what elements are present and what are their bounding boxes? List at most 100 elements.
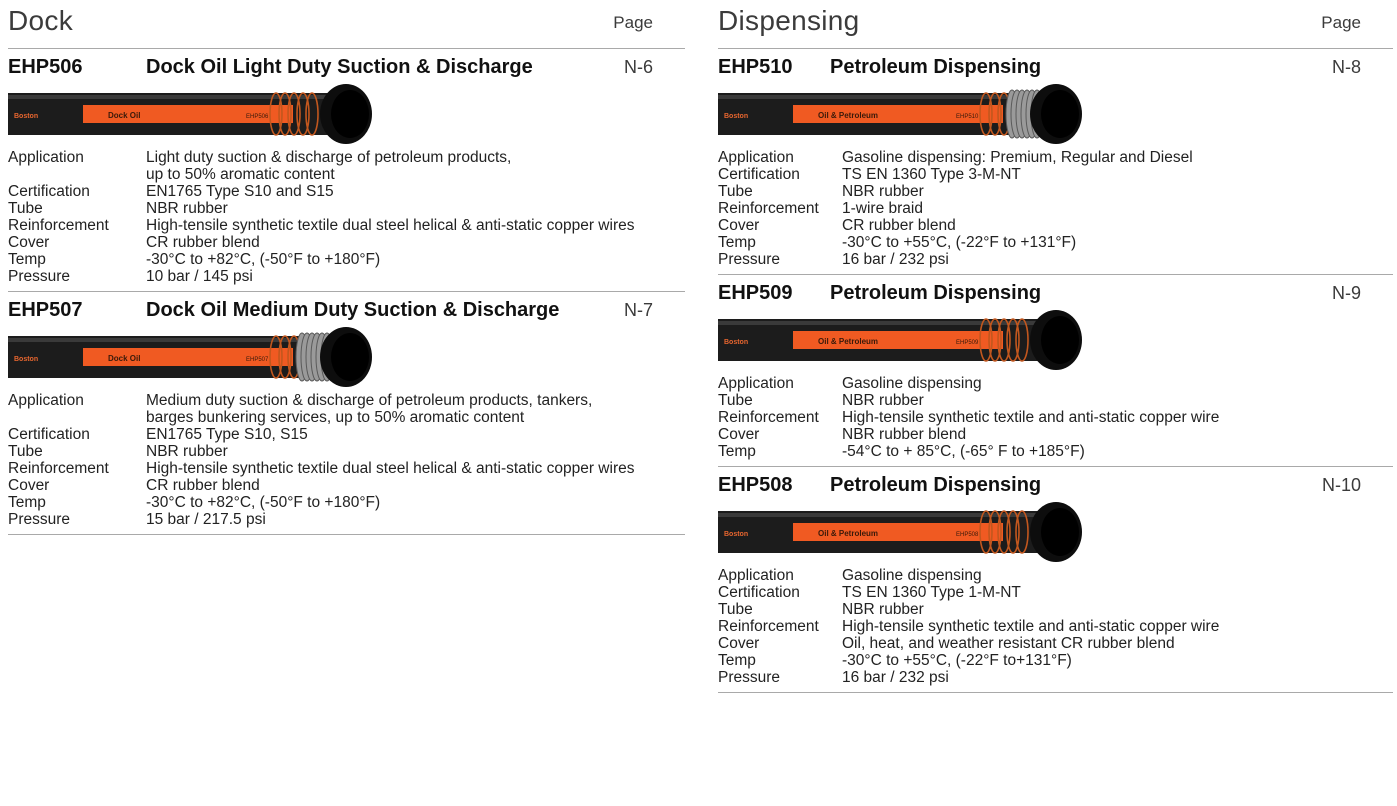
spec-value: High-tensile synthetic textile dual stee… [146, 217, 635, 234]
spec-row: Temp -54°C to + 85°C, (-65° F to +185°F) [718, 443, 1393, 460]
spec-row: Application Light duty suction & discharg… [8, 149, 685, 166]
dock-column: Dock Page EHP506 Dock Oil Light Duty Suct… [8, 0, 685, 535]
hose-label-text: Oil & Petroleum [818, 529, 878, 538]
product-name: Dock Oil Light Duty Suction & Discharge [146, 56, 533, 78]
hose-code-text: EHP509 [956, 340, 979, 346]
spec-label: Reinforcement [8, 460, 109, 477]
product-header: EHP508 Petroleum Dispensing N-10 [718, 467, 1393, 501]
spec-row: Temp -30°C to +55°C, (-22°F to+131°F) [718, 652, 1393, 669]
spec-value: CR rubber blend [146, 234, 260, 251]
spec-row: Cover NBR rubber blend [718, 426, 1393, 443]
spec-value: TS EN 1360 Type 3-M-NT [842, 166, 1021, 183]
spec-label: Certification [8, 183, 90, 200]
product-entry: EHP509 Petroleum Dispensing N-9 Boston Oil &… [718, 275, 1393, 467]
spec-value: Oil, heat, and weather resistant CR rubb… [842, 635, 1175, 652]
spec-row: Pressure 16 bar / 232 psi [718, 251, 1393, 268]
spec-table: Application Gasoline dispensing Certificat… [718, 563, 1393, 692]
spec-row: Pressure 10 bar / 145 psi [8, 268, 685, 285]
spec-row: Reinforcement 1-wire braid [718, 200, 1393, 217]
spec-row: Cover CR rubber blend [718, 217, 1393, 234]
spec-row: Certification TS EN 1360 Type 1-M-NT [718, 584, 1393, 601]
spec-row: Temp -30°C to +55°C, (-22°F to +131°F) [718, 234, 1393, 251]
spec-value: 1-wire braid [842, 200, 923, 217]
spec-row: Reinforcement High-tensile synthetic text… [8, 460, 685, 477]
spec-label: Cover [718, 217, 760, 234]
spec-label: Pressure [718, 251, 781, 268]
spec-value: 10 bar / 145 psi [146, 268, 253, 285]
spec-value: NBR rubber [842, 183, 924, 200]
spec-row: Reinforcement High-tensile synthetic text… [718, 409, 1393, 426]
hose-figure: Boston Oil & Petroleum EHP508 [718, 501, 1393, 563]
spec-table: Application Medium duty suction & dischar… [8, 388, 685, 534]
spec-label: Application [718, 567, 794, 584]
spec-label: Application [8, 392, 84, 409]
spec-value: NBR rubber [146, 443, 228, 460]
spec-label: Application [718, 149, 794, 166]
spec-value: Medium duty suction & discharge of petro… [146, 392, 593, 409]
spec-label: Reinforcement [8, 217, 109, 234]
spec-label: Pressure [8, 268, 71, 285]
spec-row: Application Gasoline dispensing [718, 567, 1393, 584]
spec-row: Application Medium duty suction & dischar… [8, 392, 685, 409]
spec-row: Temp -30°C to +82°C, (-50°F to +180°F) [8, 251, 685, 268]
spec-label: Tube [718, 183, 753, 200]
spec-value: NBR rubber [842, 601, 924, 618]
spec-value: NBR rubber [842, 392, 924, 409]
spec-value: Light duty suction & discharge of petrol… [146, 149, 512, 166]
hose-figure: Boston Dock Oil EHP507 [8, 326, 685, 388]
spec-row: barges bunkering services, up to 50% aro… [8, 409, 685, 426]
spec-row: Certification EN1765 Type S10, S15 [8, 426, 685, 443]
product-entry: EHP506 Dock Oil Light Duty Suction & Disc… [8, 49, 685, 292]
spec-value: TS EN 1360 Type 1-M-NT [842, 584, 1021, 601]
dock-column-header: Dock Page [8, 0, 685, 49]
spec-row: Tube NBR rubber [718, 183, 1393, 200]
spec-row: up to 50% aromatic content [8, 166, 685, 183]
hose-figure: Boston Dock Oil EHP506 [8, 83, 685, 145]
hose-brand-text: Boston [724, 113, 748, 120]
hose-image: Boston Oil & Petroleum EHP509 [718, 310, 1082, 370]
spec-label [8, 409, 146, 426]
spec-label: Temp [8, 251, 46, 268]
spec-value: High-tensile synthetic textile dual stee… [146, 460, 635, 477]
hose-figure: Boston Oil & Petroleum EHP509 [718, 309, 1393, 371]
product-code: EHP509 [718, 282, 793, 304]
spec-value: -30°C to +82°C, (-50°F to +180°F) [146, 251, 381, 268]
section-title: Dispensing [718, 5, 860, 36]
product-entry: EHP507 Dock Oil Medium Duty Suction & Dis… [8, 292, 685, 535]
hose-brand-text: Boston [14, 356, 38, 363]
spec-label: Cover [8, 234, 50, 251]
hose-code-text: EHP510 [956, 114, 979, 120]
product-page-ref: N-9 [1331, 283, 1361, 303]
hose-label-text: Dock Oil [108, 354, 140, 363]
product-list: EHP506 Dock Oil Light Duty Suction & Disc… [8, 49, 685, 535]
product-header: EHP509 Petroleum Dispensing N-9 [718, 275, 1393, 309]
section-title: Dock [8, 5, 73, 36]
product-page-ref: N-6 [623, 57, 653, 77]
spec-value: CR rubber blend [146, 477, 260, 494]
hose-image: Boston Oil & Petroleum EHP508 [718, 502, 1082, 562]
spec-value: Gasoline dispensing [842, 375, 982, 392]
product-entry: EHP508 Petroleum Dispensing N-10 Boston Oil … [718, 467, 1393, 693]
product-code: EHP510 [718, 56, 793, 78]
product-page-ref: N-8 [1331, 57, 1361, 77]
spec-label: Application [8, 149, 84, 166]
product-entry: EHP510 Petroleum Dispensing N-8 Boston Oil &… [718, 49, 1393, 275]
spec-label: Application [718, 375, 794, 392]
spec-value: up to 50% aromatic content [146, 166, 335, 183]
spec-value: 15 bar / 217.5 psi [146, 511, 266, 528]
product-name: Dock Oil Medium Duty Suction & Discharge [146, 299, 560, 321]
product-header: EHP510 Petroleum Dispensing N-8 [718, 49, 1393, 83]
spec-label: Cover [8, 477, 50, 494]
spec-row: Tube NBR rubber [8, 443, 685, 460]
spec-label: Cover [718, 426, 760, 443]
spec-row: Application Gasoline dispensing [718, 375, 1393, 392]
hose-code-text: EHP508 [956, 532, 979, 538]
spec-row: Pressure 15 bar / 217.5 psi [8, 511, 685, 528]
spec-label: Certification [718, 166, 800, 183]
product-code: EHP507 [8, 299, 83, 321]
spec-label: Cover [718, 635, 760, 652]
spec-value: -30°C to +55°C, (-22°F to +131°F) [842, 234, 1077, 251]
spec-table: Application Light duty suction & discharg… [8, 145, 685, 291]
spec-value: barges bunkering services, up to 50% aro… [146, 409, 525, 426]
dispensing-column: Dispensing Page EHP510 Petroleum Dispensi… [718, 0, 1393, 693]
